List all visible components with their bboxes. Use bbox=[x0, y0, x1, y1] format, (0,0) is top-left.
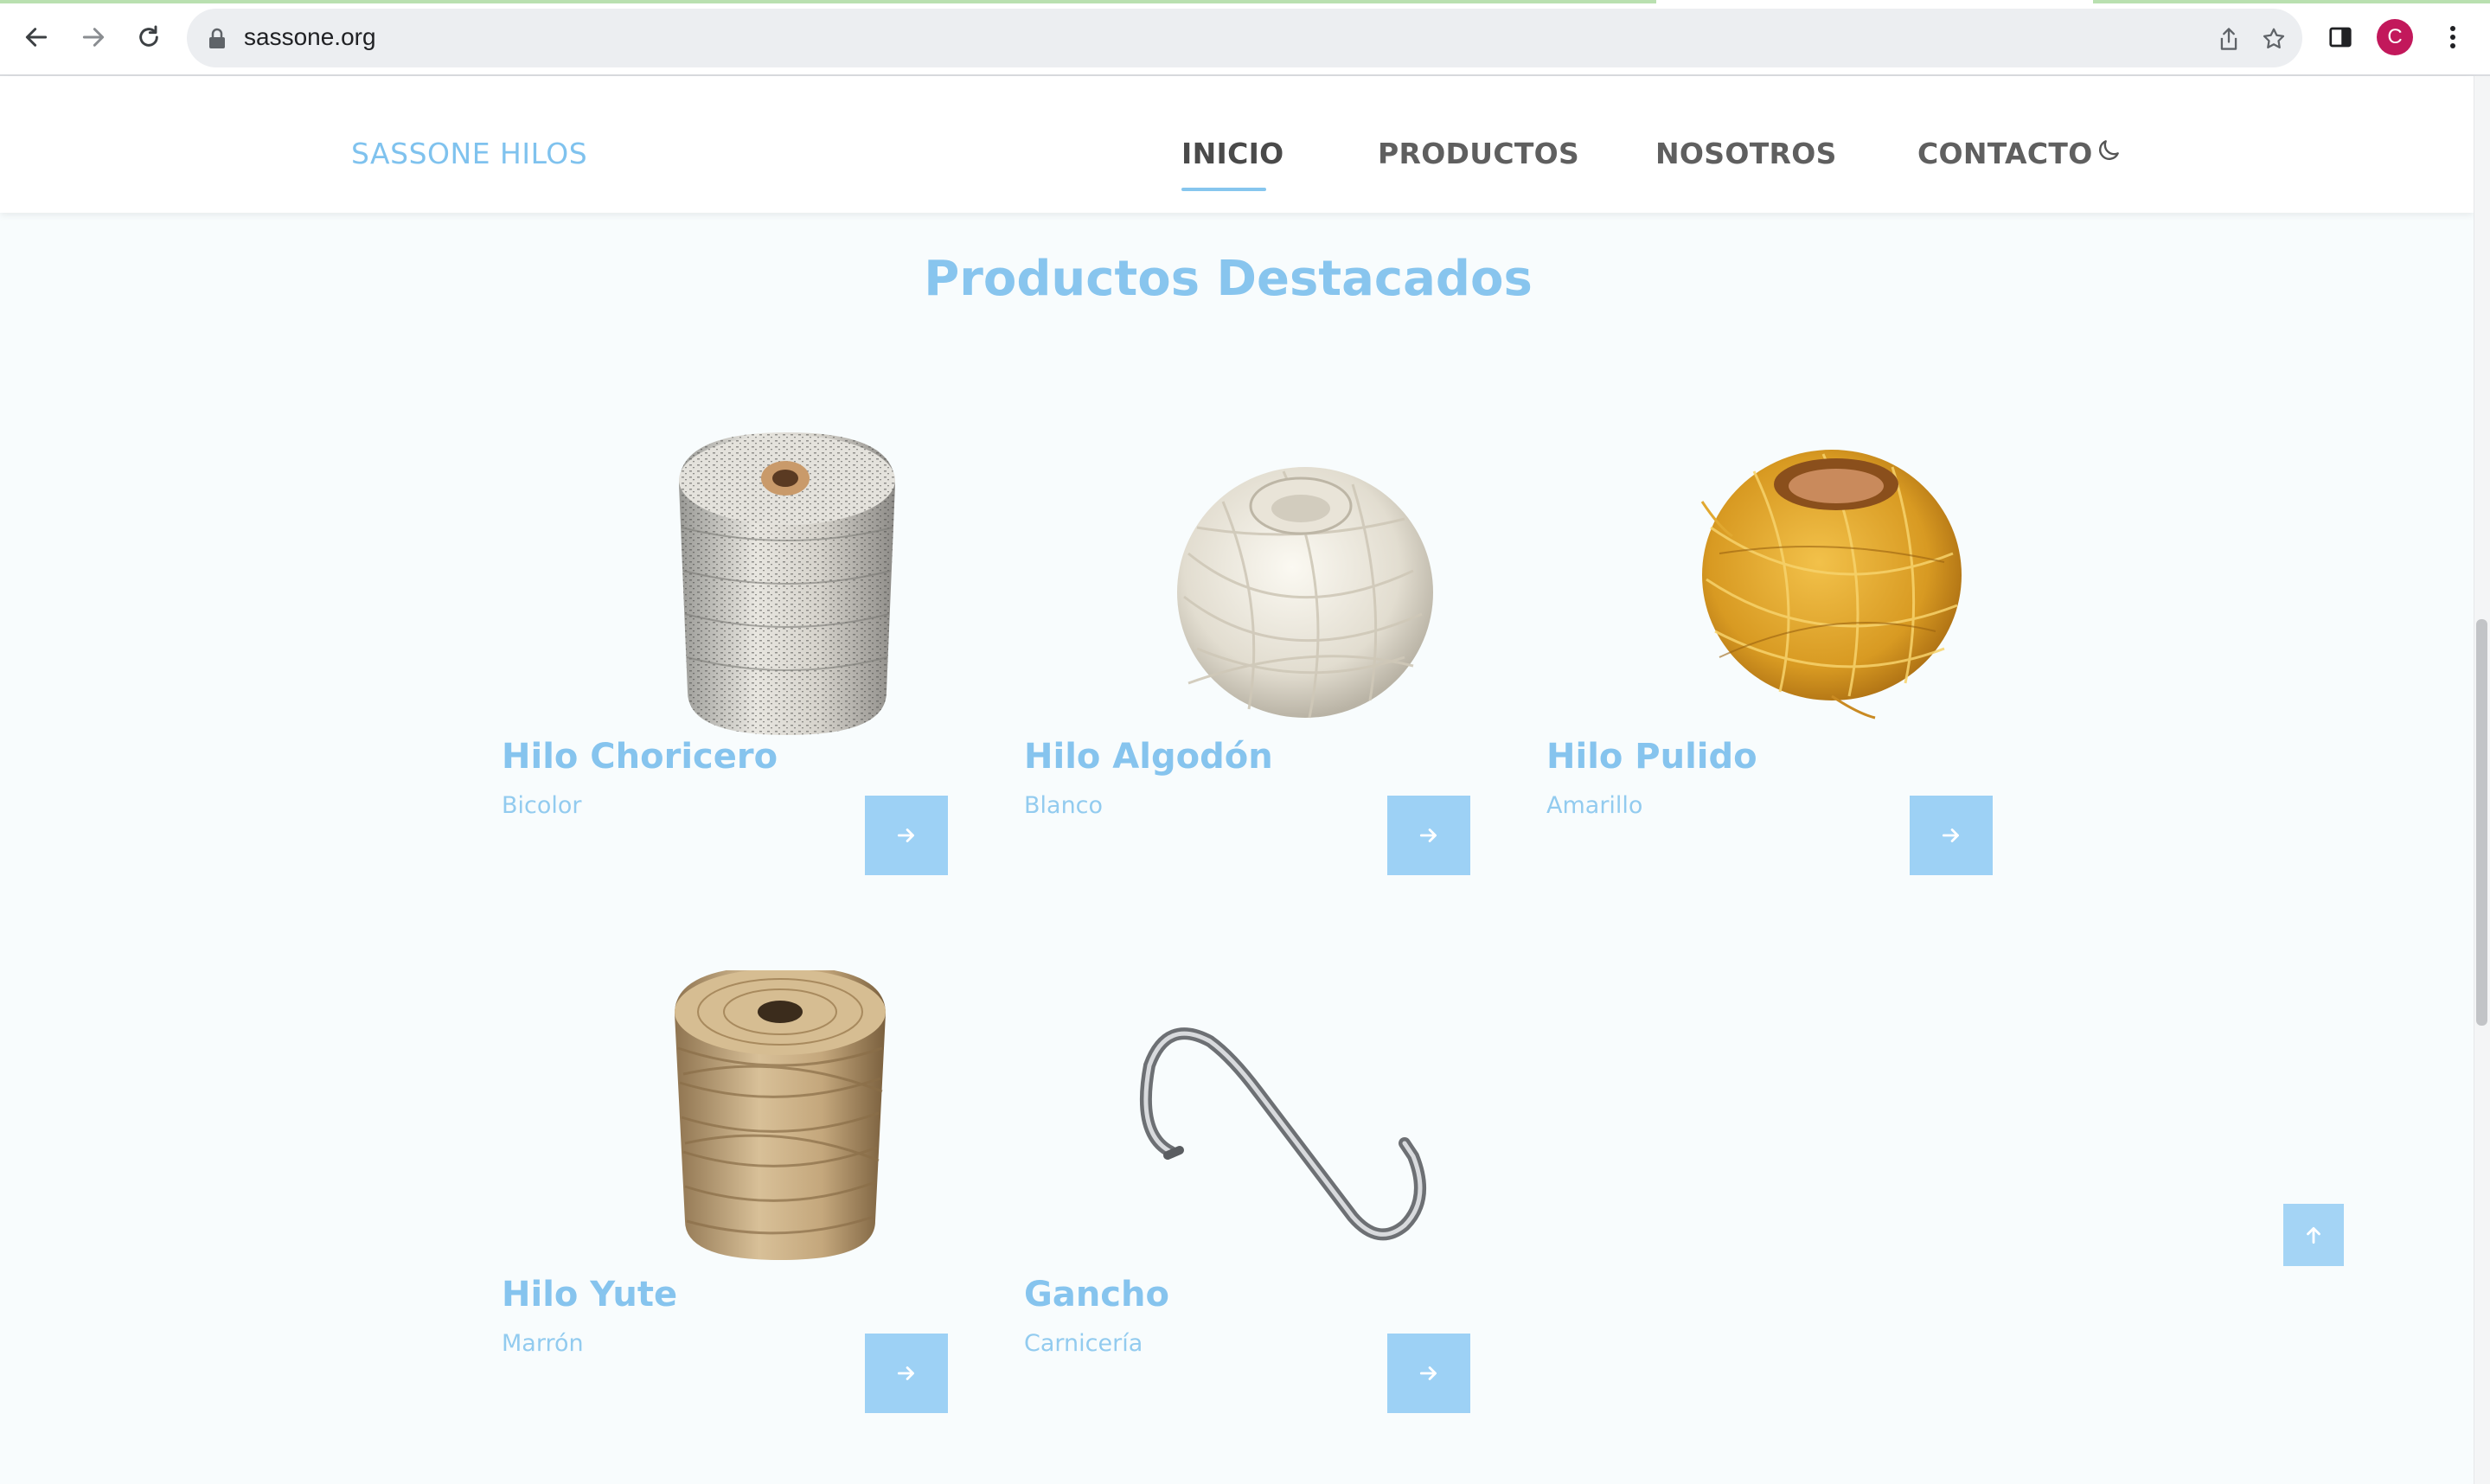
product-name[interactable]: Hilo Pulido bbox=[1546, 737, 1757, 777]
product-view-button[interactable] bbox=[865, 796, 948, 875]
address-bar[interactable]: sassone.org bbox=[187, 9, 2302, 67]
arrow-right-icon bbox=[897, 1366, 914, 1380]
forward-button[interactable] bbox=[74, 18, 112, 56]
nav-item-nosotros[interactable]: NOSOTROS bbox=[1655, 137, 1837, 170]
browser-menu-button[interactable] bbox=[2434, 18, 2472, 56]
kebab-menu-icon bbox=[2450, 26, 2455, 48]
arrow-right-icon bbox=[1419, 828, 1437, 842]
profile-avatar[interactable]: C bbox=[2377, 19, 2413, 55]
lock-icon[interactable] bbox=[208, 28, 227, 50]
arrow-right-icon bbox=[1419, 1366, 1437, 1380]
product-card: Hilo Pulido Amarillo bbox=[1546, 432, 2013, 899]
product-variant: Carnicería bbox=[1024, 1330, 1143, 1357]
product-card: Hilo Choricero Bicolor bbox=[502, 432, 969, 899]
product-view-button[interactable] bbox=[1387, 796, 1470, 875]
product-card: Gancho Carnicería bbox=[1024, 970, 1491, 1437]
bookmark-button[interactable] bbox=[2259, 24, 2288, 54]
arrow-right-icon bbox=[897, 828, 914, 842]
product-name[interactable]: Hilo Choricero bbox=[502, 737, 778, 777]
avatar-letter: C bbox=[2387, 25, 2403, 48]
nav-item-inicio[interactable]: INICIO bbox=[1181, 137, 1284, 170]
product-variant: Bicolor bbox=[502, 792, 582, 819]
product-name[interactable]: Hilo Yute bbox=[502, 1275, 677, 1314]
page-load-progress bbox=[0, 0, 1656, 3]
product-view-button[interactable] bbox=[1387, 1334, 1470, 1413]
site-header: SASSONE HILOS INICIO PRODUCTOS NOSOTROS … bbox=[0, 76, 2474, 213]
share-icon bbox=[2220, 28, 2237, 50]
side-panel-icon bbox=[2329, 27, 2352, 48]
share-button[interactable] bbox=[2214, 24, 2244, 54]
back-button[interactable] bbox=[17, 18, 55, 56]
section-title: Productos Destacados bbox=[924, 251, 1533, 307]
reload-button[interactable] bbox=[130, 18, 168, 56]
arrow-right-icon bbox=[1942, 828, 1959, 842]
active-nav-indicator bbox=[1181, 188, 1266, 191]
product-view-button[interactable] bbox=[1910, 796, 1993, 875]
product-image-spool-jute[interactable] bbox=[502, 966, 969, 1282]
page-scrollbar-thumb[interactable] bbox=[2476, 619, 2487, 1026]
url-text[interactable]: sassone.org bbox=[244, 23, 376, 51]
forward-arrow-icon bbox=[82, 28, 105, 47]
product-image-ball-yellow[interactable] bbox=[1546, 432, 2013, 744]
nav-item-contacto[interactable]: CONTACTO bbox=[1917, 137, 2093, 170]
product-image-ball-white[interactable] bbox=[1024, 432, 1491, 744]
product-image-s-hook[interactable] bbox=[1024, 970, 1491, 1282]
product-name[interactable]: Hilo Algodón bbox=[1024, 737, 1273, 777]
page-load-progress-tail bbox=[2093, 0, 2490, 3]
product-card: Hilo Algodón Blanco bbox=[1024, 432, 1491, 899]
side-panel-button[interactable] bbox=[2321, 18, 2359, 56]
product-name[interactable]: Gancho bbox=[1024, 1275, 1169, 1314]
back-arrow-icon bbox=[25, 28, 48, 47]
back-to-top-button[interactable] bbox=[2283, 1204, 2344, 1266]
brand-logo[interactable]: SASSONE HILOS bbox=[351, 137, 587, 170]
reload-icon bbox=[139, 25, 158, 47]
moon-icon[interactable] bbox=[2095, 137, 2122, 164]
nav-item-productos[interactable]: PRODUCTOS bbox=[1378, 137, 1579, 170]
product-card: Hilo Yute Marrón bbox=[502, 966, 969, 1437]
product-variant: Marrón bbox=[502, 1330, 584, 1357]
browser-toolbar: sassone.org C bbox=[0, 0, 2490, 76]
product-image-spool-bicolor[interactable] bbox=[502, 432, 969, 744]
arrow-up-icon bbox=[2307, 1227, 2320, 1244]
product-variant: Amarillo bbox=[1546, 792, 1643, 819]
product-view-button[interactable] bbox=[865, 1334, 948, 1413]
product-variant: Blanco bbox=[1024, 792, 1104, 819]
star-icon bbox=[2263, 28, 2285, 48]
